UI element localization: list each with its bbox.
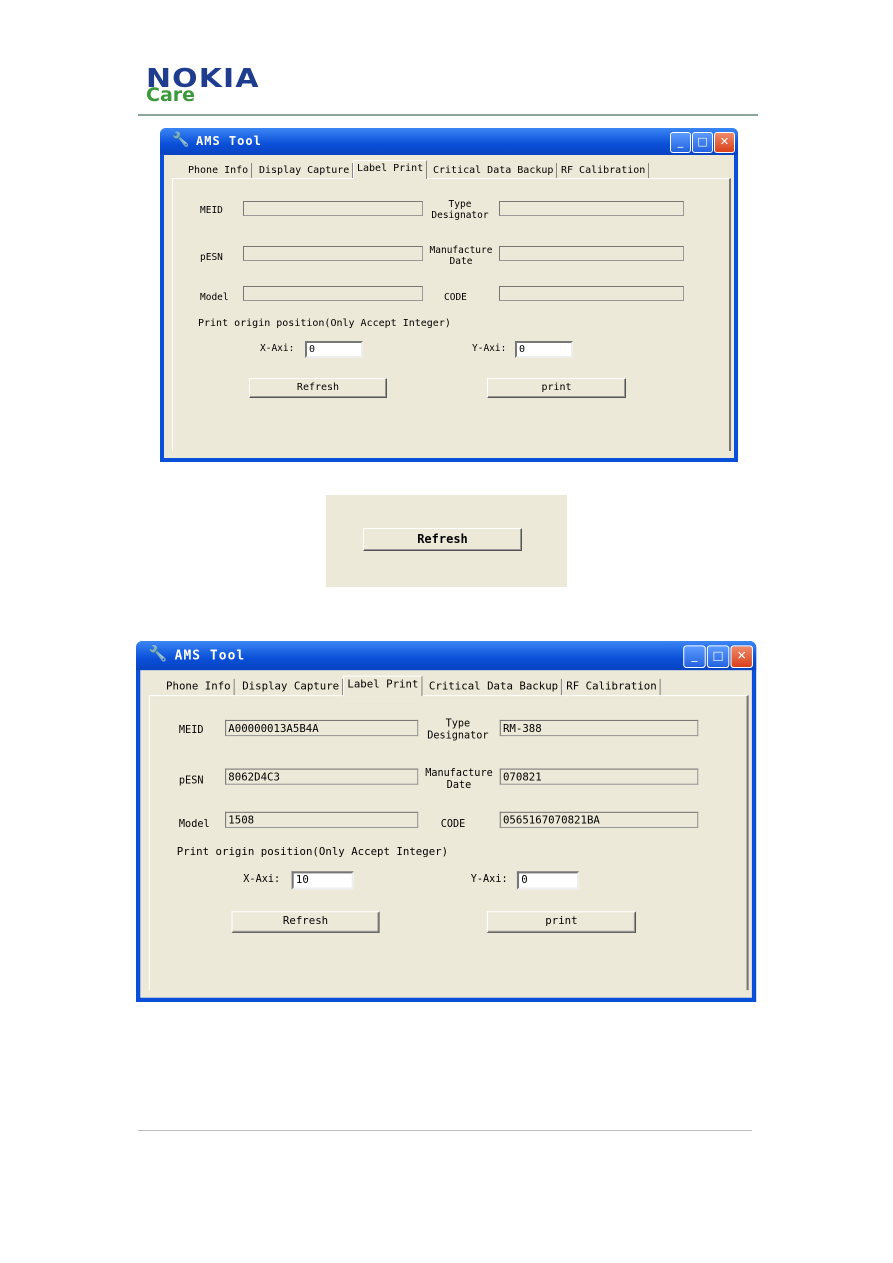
pesn-field[interactable]: 8062D4C3: [225, 768, 419, 785]
tab-label-print[interactable]: Label Print: [353, 160, 428, 179]
document-page: NOKIA Care 🔧 AMS Tool _ □ ✕ Phone Info D…: [0, 0, 893, 1263]
code-label: CODE: [440, 818, 466, 831]
manufacture-date-label: Manufacture Date: [424, 767, 495, 791]
pesn-label: pESN: [178, 775, 204, 787]
care-logo: Care: [146, 84, 196, 106]
y-axis-input[interactable]: 0: [516, 871, 580, 890]
ams-tool-window-1: 🔧 AMS Tool _ □ ✕ Phone Info Display Capt…: [160, 128, 738, 462]
window-client: Phone Info Display Capture Label Print C…: [140, 670, 752, 998]
type-label-line1: Type: [448, 199, 472, 210]
meid-label: MEID: [200, 205, 223, 216]
close-button[interactable]: ✕: [714, 132, 735, 153]
window-title: AMS Tool: [174, 647, 246, 663]
meid-field[interactable]: A00000013A5B4A: [225, 719, 419, 737]
manufacture-date-field[interactable]: 070821: [499, 768, 699, 785]
mfg-label-line1: Manufacture: [429, 245, 493, 256]
manufacture-date-field[interactable]: [499, 246, 684, 261]
meid-field[interactable]: [243, 201, 423, 216]
refresh-button-closeup: Refresh: [326, 495, 567, 587]
y-axis-label: Y-Axi:: [470, 873, 508, 886]
mfg-label-line2: Date: [449, 256, 473, 267]
tab-rf-calibration[interactable]: RF Calibration: [563, 678, 662, 697]
tab-label-print[interactable]: Label Print: [343, 675, 423, 697]
type-designator-field[interactable]: RM-388: [499, 719, 699, 737]
tab-rf-calibration[interactable]: RF Calibration: [558, 163, 650, 179]
manufacture-date-label: Manufacture Date: [428, 245, 494, 267]
tab-phone-info[interactable]: Phone Info: [163, 678, 235, 697]
x-axis-label: X-Axi:: [260, 343, 295, 354]
print-button[interactable]: print: [486, 911, 637, 933]
print-origin-label: Print origin position(Only Accept Intege…: [198, 318, 451, 329]
x-axis-input[interactable]: 0: [305, 341, 363, 358]
maximize-button[interactable]: □: [706, 645, 730, 669]
minimize-button[interactable]: _: [670, 132, 691, 153]
model-label: Model: [178, 818, 210, 831]
ams-tool-window-2: 🔧 AMS Tool _ □ ✕ Phone Info Display Capt…: [136, 641, 757, 1003]
mfg-label-line1: Manufacture: [425, 767, 493, 780]
pesn-label: pESN: [200, 252, 223, 263]
type-designator-label: Type Designator: [426, 718, 490, 742]
model-label: Model: [200, 292, 229, 303]
refresh-button[interactable]: Refresh: [231, 911, 380, 933]
type-designator-field[interactable]: [499, 201, 684, 216]
x-axis-input[interactable]: 10: [291, 871, 354, 890]
code-field[interactable]: [499, 286, 684, 301]
tab-phone-info[interactable]: Phone Info: [185, 163, 253, 179]
header-divider: [138, 114, 758, 116]
model-field[interactable]: 1508: [225, 811, 419, 829]
footer-divider: [138, 1130, 752, 1131]
refresh-button-zoomed[interactable]: Refresh: [363, 528, 522, 551]
window-title: AMS Tool: [196, 134, 262, 148]
tab-critical-data-backup[interactable]: Critical Data Backup: [430, 163, 558, 179]
model-field[interactable]: [243, 286, 423, 301]
tab-display-capture[interactable]: Display Capture: [239, 678, 344, 697]
type-label-line2: Designator: [427, 729, 489, 742]
print-origin-label: Print origin position(Only Accept Intege…: [176, 846, 449, 859]
pesn-field[interactable]: [243, 246, 423, 261]
tab-critical-data-backup[interactable]: Critical Data Backup: [426, 678, 563, 697]
y-axis-input[interactable]: 0: [515, 341, 573, 358]
title-bar[interactable]: 🔧 AMS Tool _ □ ✕: [136, 641, 757, 671]
type-label-line1: Type: [445, 717, 471, 730]
wrench-icon: 🔧: [148, 645, 168, 663]
maximize-button[interactable]: □: [692, 132, 713, 153]
x-axis-label: X-Axi:: [243, 873, 281, 886]
minimize-button[interactable]: _: [683, 645, 706, 669]
title-bar[interactable]: 🔧 AMS Tool _ □ ✕: [160, 128, 738, 155]
type-designator-label: Type Designator: [430, 199, 490, 221]
code-label: CODE: [444, 292, 467, 303]
wrench-icon: 🔧: [172, 132, 190, 148]
mfg-label-line2: Date: [446, 779, 472, 792]
meid-label: MEID: [178, 724, 204, 737]
tab-display-capture[interactable]: Display Capture: [256, 163, 354, 179]
print-button[interactable]: print: [487, 378, 626, 398]
y-axis-label: Y-Axi:: [472, 343, 507, 354]
close-button[interactable]: ✕: [730, 645, 753, 669]
code-field[interactable]: 0565167070821BA: [499, 811, 699, 829]
refresh-button[interactable]: Refresh: [249, 378, 387, 398]
window-client: Phone Info Display Capture Label Print C…: [164, 155, 734, 458]
type-label-line2: Designator: [431, 210, 489, 221]
